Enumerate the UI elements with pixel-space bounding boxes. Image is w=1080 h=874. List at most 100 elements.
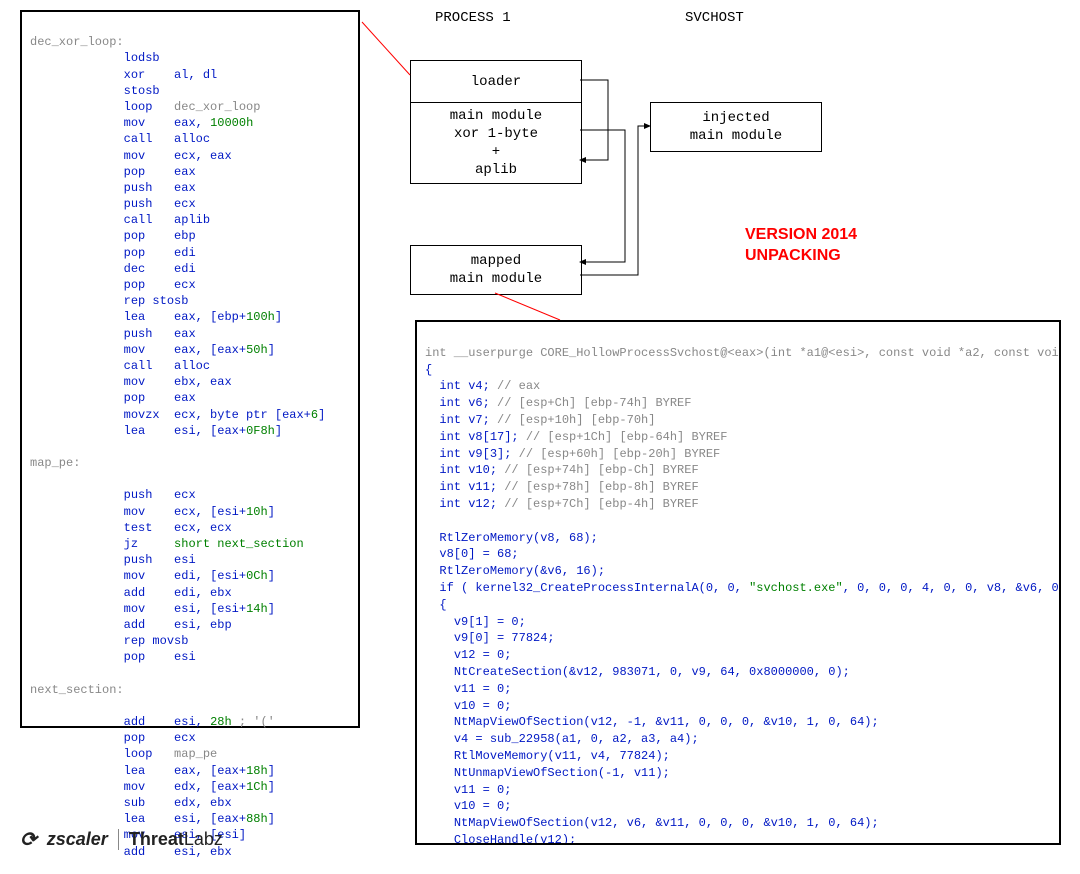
asm-op: aplib (174, 213, 210, 227)
asm-row: pop (124, 278, 146, 292)
dec-comment: // [esp+74h] [ebp-Ch] BYREF (504, 463, 698, 477)
box-mainmodule-l2: xor 1-byte (454, 125, 538, 143)
asm-row: mov (124, 149, 146, 163)
asm-op: eax (174, 391, 196, 405)
asm-row: loop (124, 747, 153, 761)
asm-row: lea (124, 310, 146, 324)
asm-lit: 50h (246, 343, 268, 357)
asm-op: esi, (174, 715, 210, 729)
asm-op: esi, (174, 602, 210, 616)
asm-op: ] (275, 310, 282, 324)
asm-op: [eax+ (210, 812, 246, 826)
asm-row: pop (124, 650, 146, 664)
dec-line: NtCreateSection(&v12, 983071, 0, v9, 64,… (454, 665, 850, 679)
asm-row: xor (124, 68, 146, 82)
asm-lit: 10h (246, 505, 268, 519)
asm-op: ] (275, 424, 282, 438)
dec-brace: { (439, 598, 446, 612)
asm-row: mov (124, 602, 146, 616)
asm-row: call (124, 359, 153, 373)
asm-row: add (124, 618, 146, 632)
asm-lit: 1Ch (246, 780, 268, 794)
asm-op: eax, (174, 764, 210, 778)
asm-row: add (124, 715, 146, 729)
box-injected-l1: injected (702, 109, 769, 127)
asm-op: edi (174, 246, 196, 260)
asm-op: ecx, eax (174, 149, 232, 163)
asm-op: ] (268, 343, 275, 357)
process1-header: PROCESS 1 (435, 10, 511, 26)
asm-row: loop (124, 100, 153, 114)
asm-op: ebp (174, 229, 196, 243)
asm-op: ecx, ecx (174, 521, 232, 535)
box-mainmodule: main module xor 1-byte + aplib (410, 102, 582, 184)
dec-line: v10 = 0; (454, 799, 512, 813)
asm-op: ] (268, 764, 275, 778)
asm-row: rep movsb (124, 634, 189, 648)
asm-row: dec (124, 262, 146, 276)
dec-line: NtMapViewOfSection(v12, -1, &v11, 0, 0, … (454, 715, 879, 729)
dec-line: v9[0] = 77824; (454, 631, 555, 645)
asm-op: eax (174, 181, 196, 195)
zscaler-logo-text: zscaler (47, 829, 108, 850)
asm-op: ecx (174, 731, 196, 745)
dec-comment: // [esp+78h] [ebp-8h] BYREF (504, 480, 698, 494)
asm-row: mov (124, 780, 146, 794)
dec-var: int v11; (439, 480, 504, 494)
dec-var: int v8[17]; (439, 430, 525, 444)
asm-op: alloc (174, 359, 210, 373)
asm-op: short next_section (174, 537, 304, 551)
box-mapped-l2: main module (450, 270, 542, 288)
asm-op: ecx, (174, 505, 210, 519)
asm-op: ] (268, 812, 275, 826)
asm-lit: 0Ch (246, 569, 268, 583)
dec-var: int v4; (439, 379, 497, 393)
asm-op: [eax+ (210, 424, 246, 438)
svchost-header: SVCHOST (685, 10, 744, 26)
box-mainmodule-l3: + (492, 143, 500, 161)
box-mainmodule-l1: main module (450, 107, 542, 125)
asm-op: ecx (174, 488, 196, 502)
dec-comment: // eax (497, 379, 540, 393)
asm-op: ecx, byte ptr (174, 408, 275, 422)
dec-sig: int __userpurge CORE_HollowProcessSvchos… (425, 346, 1061, 360)
asm-op: esi, (174, 424, 210, 438)
asm-op: esi (174, 553, 196, 567)
asm-op: esi (174, 650, 196, 664)
asm-op: [esi+ (210, 505, 246, 519)
version-line2: UNPACKING (745, 247, 841, 264)
asm-row: lea (124, 764, 146, 778)
box-injected: injected main module (650, 102, 822, 152)
dec-comment: // [esp+Ch] [ebp-74h] BYREF (497, 396, 691, 410)
asm-op: edx, (174, 780, 210, 794)
asm-row: call (124, 132, 153, 146)
asm-op: [eax+ (210, 764, 246, 778)
dec-line: v10 = 0; (454, 699, 512, 713)
asm-op: alloc (174, 132, 210, 146)
asm-row: mov (124, 375, 146, 389)
asm-row: add (124, 586, 146, 600)
label-next: next_section: (30, 683, 124, 697)
dec-var: int v7; (439, 413, 497, 427)
asm-op: edi, (174, 569, 210, 583)
decomp-panel: int __userpurge CORE_HollowProcessSvchos… (415, 320, 1061, 845)
label-mappe: map_pe: (30, 456, 80, 470)
box-mainmodule-l4: aplib (475, 161, 517, 179)
asm-op: edx, ebx (174, 796, 232, 810)
asm-row: mov (124, 505, 146, 519)
asm-op: eax, (174, 310, 210, 324)
asm-op: ebx, eax (174, 375, 232, 389)
asm-op: ] (268, 505, 275, 519)
asm-lit: 0F8h (246, 424, 275, 438)
version-label: VERSION 2014 UNPACKING (745, 225, 857, 267)
asm-lit: 100h (246, 310, 275, 324)
asm-op: eax, (174, 343, 210, 357)
dec-var: int v9[3]; (439, 447, 518, 461)
dec-line: v11 = 0; (454, 783, 512, 797)
asm-comment: ; '(' (232, 715, 275, 729)
asm-row: test (124, 521, 153, 535)
asm-row: lea (124, 424, 146, 438)
dec-line: v9[1] = 0; (454, 615, 526, 629)
asm-op: esi, (174, 812, 210, 826)
asm-row: mov (124, 116, 146, 130)
